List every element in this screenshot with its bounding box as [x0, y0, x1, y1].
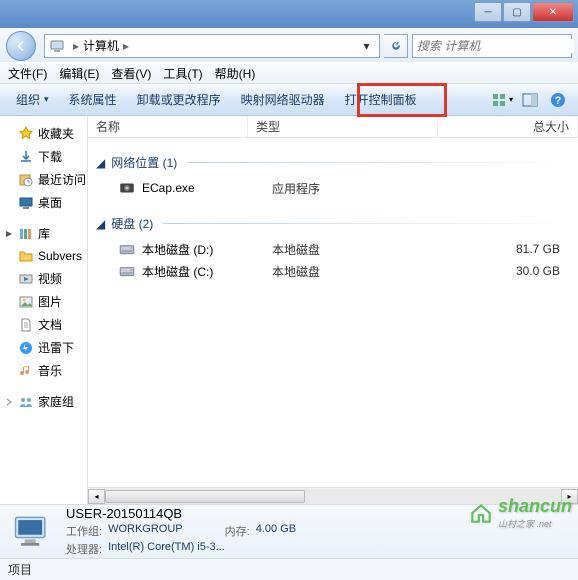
- exe-icon: [118, 179, 136, 197]
- menu-edit[interactable]: 编辑(E): [53, 63, 105, 84]
- tree-documents[interactable]: 文档: [0, 313, 87, 336]
- breadcrumb-arrow: ▸: [73, 39, 79, 53]
- tree-favorites[interactable]: 收藏夹: [0, 122, 87, 145]
- toolbar: 组织 系统属性 卸载或更改程序 映射网络驱动器 打开控制面板 ▾ ?: [0, 84, 578, 116]
- map-network-drive-button[interactable]: 映射网络驱动器: [231, 87, 335, 112]
- open-control-panel-button[interactable]: 打开控制面板: [335, 87, 427, 112]
- group-hard-disks[interactable]: ◢ 硬盘 (2): [96, 215, 570, 232]
- menu-tools[interactable]: 工具(T): [157, 63, 208, 84]
- tree-videos[interactable]: 视频: [0, 267, 87, 290]
- homegroup-icon: [18, 394, 34, 410]
- xunlei-icon: [18, 340, 34, 356]
- file-list[interactable]: ◢ 网络位置 (1) ECap.exe 应用程序 ◢ 硬盘 (2) 本地磁盘 (…: [88, 138, 578, 487]
- close-button[interactable]: ✕: [532, 2, 574, 22]
- drive-icon: [118, 262, 136, 280]
- recent-icon: [18, 172, 34, 188]
- col-type[interactable]: 类型: [248, 116, 438, 137]
- window-titlebar: ─ ▢ ✕: [0, 0, 578, 28]
- tree-recent[interactable]: 最近访问: [0, 168, 87, 191]
- address-bar[interactable]: ▸ 计算机 ▸ ▾: [44, 34, 380, 58]
- tree-pictures[interactable]: 图片: [0, 290, 87, 313]
- status-label: 项目: [8, 561, 32, 578]
- desktop-icon: [18, 195, 34, 211]
- collapse-triangle-icon: ◢: [96, 156, 105, 170]
- view-icon: [491, 92, 507, 108]
- tree-desktop[interactable]: 桌面: [0, 191, 87, 214]
- breadcrumb-location[interactable]: 计算机: [83, 37, 119, 54]
- expand-icon: [5, 398, 13, 406]
- organize-button[interactable]: 组织: [6, 87, 59, 112]
- status-bar: 项目: [0, 558, 578, 580]
- minimize-button[interactable]: ─: [474, 2, 502, 22]
- menu-help[interactable]: 帮助(H): [209, 63, 262, 84]
- document-icon: [18, 317, 34, 333]
- svg-text:?: ?: [555, 95, 562, 107]
- view-options-button[interactable]: ▾: [490, 88, 514, 112]
- computer-icon: [49, 38, 65, 54]
- scroll-left-button[interactable]: ◂: [88, 489, 105, 504]
- scroll-thumb[interactable]: [105, 490, 305, 503]
- details-memory-label: 内存:: [225, 523, 250, 539]
- menu-view[interactable]: 查看(V): [105, 63, 157, 84]
- maximize-button[interactable]: ▢: [503, 2, 531, 22]
- refresh-icon: [390, 40, 402, 52]
- folder-icon: [18, 248, 34, 264]
- video-icon: [18, 271, 34, 287]
- main-pane: 名称 类型 总大小 ◢ 网络位置 (1) ECap.exe 应用程序 ◢ 硬盘 …: [88, 116, 578, 504]
- refresh-button[interactable]: [384, 34, 408, 58]
- column-headers: 名称 类型 总大小: [88, 116, 578, 138]
- item-ecap[interactable]: ECap.exe 应用程序: [96, 177, 570, 199]
- search-box[interactable]: [412, 34, 572, 58]
- tree-downloads[interactable]: 下载: [0, 145, 87, 168]
- menu-bar: 文件(F) 编辑(E) 查看(V) 工具(T) 帮助(H): [0, 62, 578, 84]
- details-workgroup-value: WORKGROUP: [108, 523, 183, 539]
- help-button[interactable]: ?: [546, 88, 570, 112]
- details-memory-value: 4.00 GB: [256, 523, 296, 539]
- star-icon: [18, 126, 34, 142]
- pane-icon: [522, 92, 538, 108]
- col-total[interactable]: 总大小: [438, 116, 578, 137]
- tree-xunlei[interactable]: 迅雷下: [0, 336, 87, 359]
- breadcrumb-arrow2: ▸: [123, 39, 129, 53]
- details-cpu-value: Intel(R) Core(TM) i5-3...: [108, 541, 225, 557]
- details-workgroup-label: 工作组:: [66, 523, 102, 539]
- back-arrow-icon: [14, 39, 28, 53]
- details-cpu-label: 处理器:: [66, 541, 102, 557]
- computer-large-icon: [10, 510, 54, 554]
- tree-libraries[interactable]: 库: [0, 222, 87, 245]
- back-button[interactable]: [6, 31, 36, 61]
- picture-icon: [18, 294, 34, 310]
- library-icon: [18, 226, 34, 242]
- collapse-triangle-icon: ◢: [96, 217, 105, 231]
- details-title: USER-20150114QB: [66, 506, 296, 521]
- col-name[interactable]: 名称: [88, 116, 248, 137]
- address-dropdown[interactable]: ▾: [357, 35, 375, 57]
- menu-file[interactable]: 文件(F): [2, 63, 53, 84]
- search-input[interactable]: [417, 39, 574, 53]
- group-network-location[interactable]: ◢ 网络位置 (1): [96, 154, 570, 171]
- collapse-icon: [5, 230, 13, 238]
- uninstall-programs-button[interactable]: 卸载或更改程序: [127, 87, 231, 112]
- download-icon: [18, 149, 34, 165]
- help-icon: ?: [550, 92, 566, 108]
- watermark-logo-icon: [468, 500, 494, 526]
- tree-homegroup[interactable]: 家庭组: [0, 390, 87, 413]
- music-icon: [18, 363, 34, 379]
- system-properties-button[interactable]: 系统属性: [59, 87, 127, 112]
- navigation-bar: ▸ 计算机 ▸ ▾: [0, 28, 578, 62]
- item-disk-c[interactable]: 本地磁盘 (C:) 本地磁盘 30.0 GB: [96, 260, 570, 282]
- preview-pane-button[interactable]: [518, 88, 542, 112]
- watermark: shancun 山村之家 .net: [468, 496, 572, 530]
- navigation-tree: 收藏夹 下载 最近访问 桌面 库 Subvers: [0, 116, 88, 504]
- tree-music[interactable]: 音乐: [0, 359, 87, 382]
- drive-icon: [118, 240, 136, 258]
- tree-subversion[interactable]: Subvers: [0, 245, 87, 267]
- item-disk-d[interactable]: 本地磁盘 (D:) 本地磁盘 81.7 GB: [96, 238, 570, 260]
